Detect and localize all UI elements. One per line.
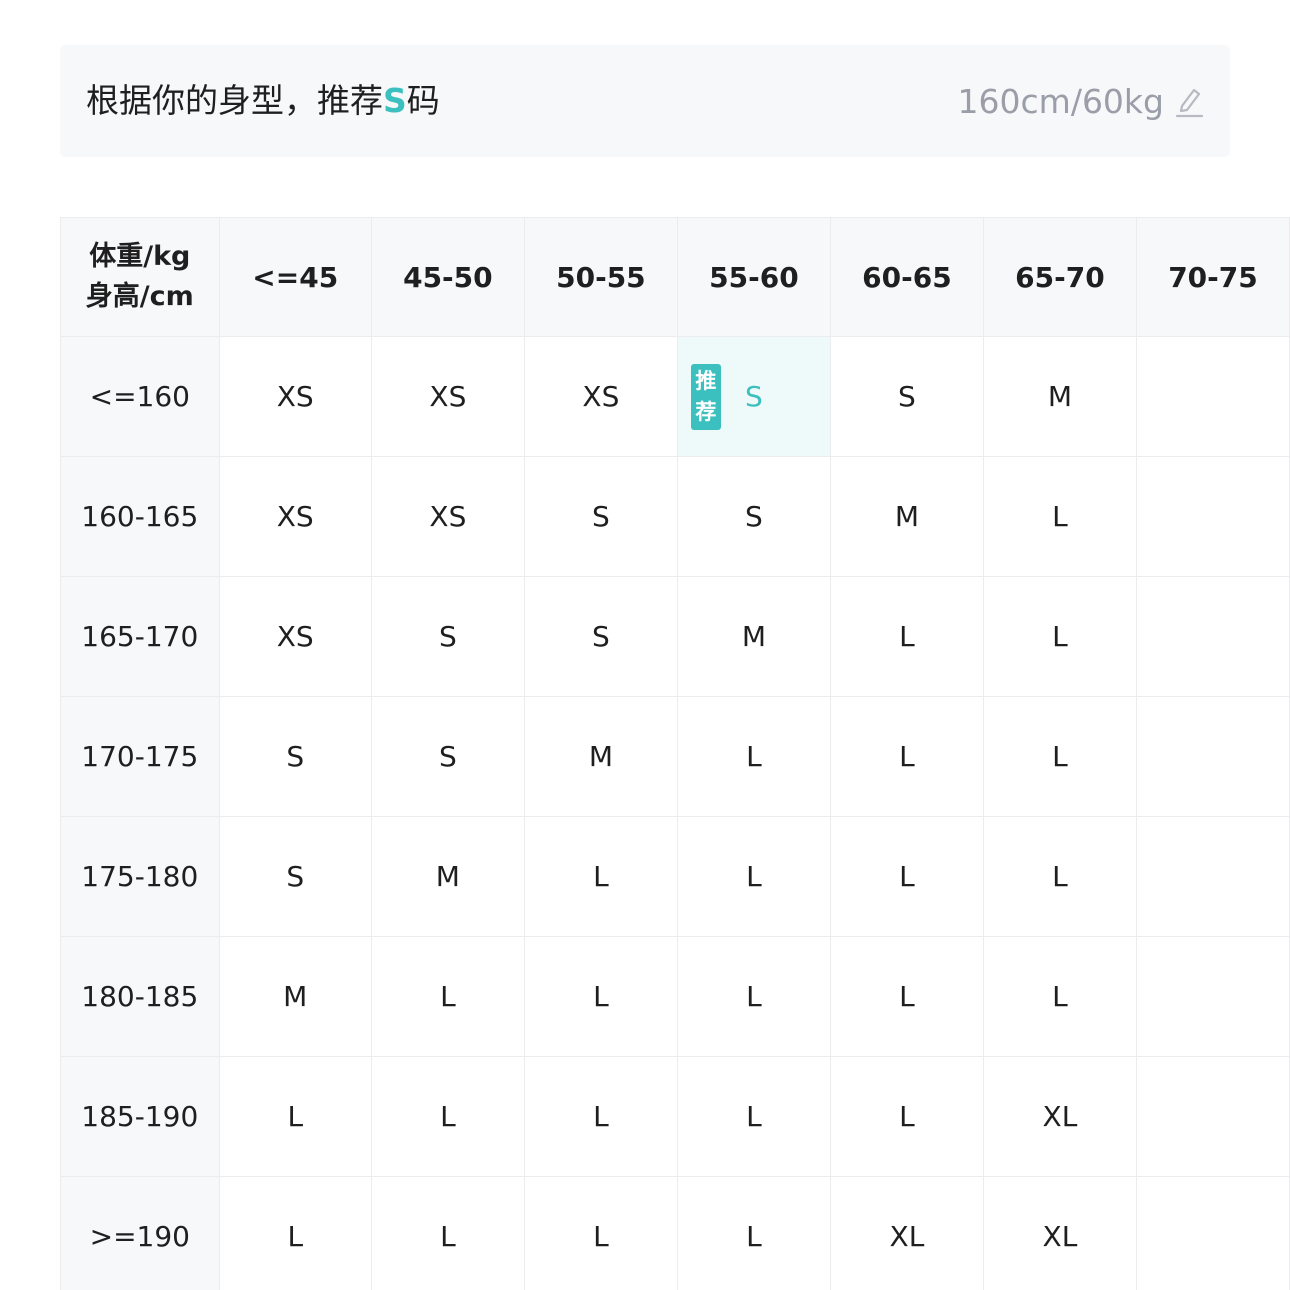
table-row: 165-170 XS S S M L L <box>60 576 1290 697</box>
size-cell <box>1135 336 1290 457</box>
height-row-header: 170-175 <box>60 696 220 817</box>
size-cell: L <box>523 816 678 937</box>
recommendation-text: 根据你的身型，推荐S码 <box>86 45 440 157</box>
table-row: 185-190 L L L L L XL <box>60 1056 1290 1177</box>
size-cell: M <box>370 816 525 937</box>
size-cell <box>1135 816 1290 937</box>
size-cell: L <box>370 1176 525 1290</box>
size-cell: L <box>982 576 1137 697</box>
height-row-header: >=190 <box>60 1176 220 1290</box>
size-cell: L <box>676 816 831 937</box>
size-chart-table: 体重/kg 身高/cm <=45 45-50 50-55 55-60 60-65 65-7… <box>60 217 1290 1290</box>
size-cell: L <box>676 1176 831 1290</box>
size-cell <box>1135 456 1290 577</box>
size-cell: L <box>982 816 1137 937</box>
table-row: 180-185 M L L L L L <box>60 936 1290 1057</box>
size-cell: L <box>676 696 831 817</box>
size-cell: L <box>676 936 831 1057</box>
height-row-header: 180-185 <box>60 936 220 1057</box>
size-cell: M <box>982 336 1137 457</box>
weight-column-header: <=45 <box>218 217 372 337</box>
recommendation-suffix: 码 <box>406 81 440 120</box>
recommendation-prefix: 根据你的身型，推荐 <box>86 81 383 120</box>
size-cell: XL <box>829 1176 984 1290</box>
weight-column-header: 65-70 <box>982 217 1137 337</box>
size-cell <box>1135 1176 1290 1290</box>
size-cell: M <box>829 456 984 577</box>
recommended-badge-char: 推 <box>695 369 717 393</box>
edit-pencil-icon <box>1174 84 1204 118</box>
weight-header-row: 体重/kg 身高/cm <=45 45-50 50-55 55-60 60-65 65-7… <box>60 217 1290 337</box>
size-value: S <box>745 380 763 413</box>
size-cell: L <box>982 456 1137 577</box>
size-cell: L <box>829 816 984 937</box>
table-row: >=190 L L L L XL XL <box>60 1176 1290 1290</box>
size-cell: L <box>982 936 1137 1057</box>
size-chart: 体重/kg 身高/cm <=45 45-50 50-55 55-60 60-65 65-7… <box>60 217 1290 1290</box>
size-cell: S <box>829 336 984 457</box>
height-row-header: 165-170 <box>60 576 220 697</box>
size-cell: S <box>523 576 678 697</box>
size-cell: M <box>523 696 678 817</box>
size-cell: S <box>218 696 372 817</box>
size-cell: L <box>370 936 525 1057</box>
size-cell: XS <box>370 336 525 457</box>
recommended-size: S <box>383 81 407 120</box>
size-cell: S <box>370 576 525 697</box>
size-cell: L <box>829 1056 984 1177</box>
table-corner-header: 体重/kg 身高/cm <box>60 217 220 337</box>
recommended-badge-char: 荐 <box>695 400 717 424</box>
size-cell: S <box>218 816 372 937</box>
size-cell: L <box>523 1056 678 1177</box>
height-row-header: 185-190 <box>60 1056 220 1177</box>
size-recommendation-banner: 根据你的身型，推荐S码 160cm/60kg <box>60 45 1230 157</box>
size-cell: M <box>676 576 831 697</box>
table-row: 170-175 S S M L L L <box>60 696 1290 817</box>
recommended-badge: 推荐 <box>690 364 721 430</box>
size-cell <box>1135 936 1290 1057</box>
size-cell: S <box>370 696 525 817</box>
weight-column-header: 45-50 <box>370 217 525 337</box>
size-cell: XL <box>982 1056 1137 1177</box>
size-cell: L <box>523 1176 678 1290</box>
size-cell: S <box>676 456 831 577</box>
size-cell: L <box>218 1176 372 1290</box>
height-row-header: 175-180 <box>60 816 220 937</box>
height-axis-label: 身高/cm <box>85 281 194 312</box>
size-cell: XS <box>218 576 372 697</box>
size-cell: XS <box>370 456 525 577</box>
size-cell: L <box>218 1056 372 1177</box>
size-cell: L <box>829 936 984 1057</box>
weight-column-header: 50-55 <box>523 217 678 337</box>
height-row-header: 160-165 <box>60 456 220 577</box>
size-cell: XS <box>523 336 678 457</box>
table-row: 175-180 S M L L L L <box>60 816 1290 937</box>
size-cell: L <box>829 576 984 697</box>
table-row: 160-165 XS XS S S M L <box>60 456 1290 577</box>
size-cell: L <box>829 696 984 817</box>
size-cell: XS <box>218 336 372 457</box>
weight-column-header: 70-75 <box>1135 217 1290 337</box>
weight-axis-label: 体重/kg <box>89 241 191 272</box>
size-cell <box>1135 576 1290 697</box>
size-cell: XS <box>218 456 372 577</box>
weight-column-header: 55-60 <box>676 217 831 337</box>
size-cell: S <box>523 456 678 577</box>
size-cell: XL <box>982 1176 1137 1290</box>
size-cell: L <box>523 936 678 1057</box>
body-measurements: 160cm/60kg <box>957 81 1164 121</box>
height-row-header: <=160 <box>60 336 220 457</box>
edit-measurements-button[interactable]: 160cm/60kg <box>958 45 1204 157</box>
size-cell: L <box>676 1056 831 1177</box>
recommended-size-cell: 推荐 S <box>676 336 831 457</box>
table-row: <=160 XS XS XS 推荐 S S M <box>60 336 1290 457</box>
weight-column-header: 60-65 <box>829 217 984 337</box>
size-cell: L <box>370 1056 525 1177</box>
size-cell: M <box>218 936 372 1057</box>
size-cell <box>1135 1056 1290 1177</box>
size-cell: L <box>982 696 1137 817</box>
size-cell <box>1135 696 1290 817</box>
